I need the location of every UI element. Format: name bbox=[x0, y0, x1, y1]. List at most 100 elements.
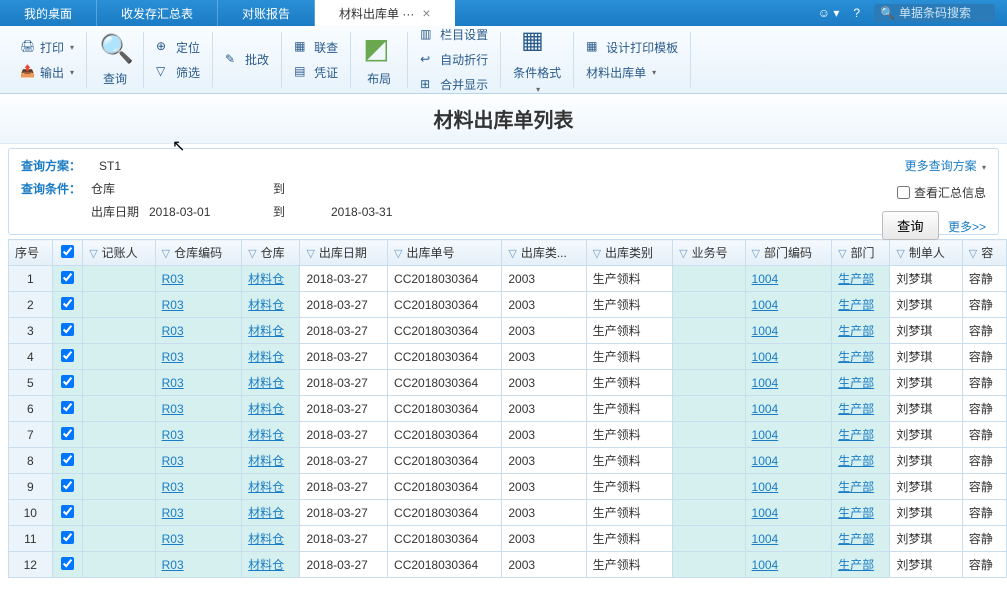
table-row[interactable]: 3 R03 材料仓 2018-03-27 CC2018030364 2003 生… bbox=[9, 318, 1007, 344]
col-poster[interactable]: ▽记账人 bbox=[83, 240, 155, 266]
cell-wh[interactable]: 材料仓 bbox=[242, 370, 300, 396]
cell-check[interactable] bbox=[52, 526, 83, 552]
cell-check[interactable] bbox=[52, 318, 83, 344]
batch-button[interactable]: ✎批改 bbox=[221, 49, 273, 70]
cell-check[interactable] bbox=[52, 292, 83, 318]
row-checkbox[interactable] bbox=[61, 531, 74, 544]
col-seq[interactable]: 序号 bbox=[9, 240, 53, 266]
filter-icon[interactable]: ▽ bbox=[752, 248, 760, 260]
search-input[interactable] bbox=[899, 6, 989, 20]
cell-wh-code[interactable]: R03 bbox=[155, 474, 242, 500]
tab-desktop[interactable]: 我的桌面 bbox=[0, 0, 97, 26]
cell-check[interactable] bbox=[52, 474, 83, 500]
cell-check[interactable] bbox=[52, 396, 83, 422]
col-type[interactable]: ▽出库类别 bbox=[586, 240, 673, 266]
query-button[interactable]: 🔍 查询 bbox=[95, 30, 135, 89]
cell-wh-code[interactable]: R03 bbox=[155, 396, 242, 422]
cell-wh[interactable]: 材料仓 bbox=[242, 448, 300, 474]
row-checkbox[interactable] bbox=[61, 349, 74, 362]
col-date[interactable]: ▽出库日期 bbox=[300, 240, 388, 266]
cell-check[interactable] bbox=[52, 344, 83, 370]
cell-wh[interactable]: 材料仓 bbox=[242, 526, 300, 552]
cell-wh[interactable]: 材料仓 bbox=[242, 500, 300, 526]
filter-icon[interactable]: ▽ bbox=[593, 248, 601, 260]
close-icon[interactable]: × bbox=[422, 5, 430, 21]
row-checkbox[interactable] bbox=[61, 453, 74, 466]
cell-dept[interactable]: 生产部 bbox=[832, 526, 890, 552]
filter-icon[interactable]: ▽ bbox=[969, 248, 977, 260]
col-class[interactable]: ▽出库类... bbox=[502, 240, 586, 266]
cell-dept-code[interactable]: 1004 bbox=[745, 552, 832, 578]
cell-dept[interactable]: 生产部 bbox=[832, 396, 890, 422]
table-row[interactable]: 5 R03 材料仓 2018-03-27 CC2018030364 2003 生… bbox=[9, 370, 1007, 396]
cell-check[interactable] bbox=[52, 266, 83, 292]
table-row[interactable]: 11 R03 材料仓 2018-03-27 CC2018030364 2003 … bbox=[9, 526, 1007, 552]
table-row[interactable]: 2 R03 材料仓 2018-03-27 CC2018030364 2003 生… bbox=[9, 292, 1007, 318]
row-checkbox[interactable] bbox=[61, 479, 74, 492]
more-scheme-link[interactable]: 更多查询方案 ▾ bbox=[905, 157, 986, 174]
col-dept-code[interactable]: ▽部门编码 bbox=[745, 240, 832, 266]
row-checkbox[interactable] bbox=[61, 271, 74, 284]
cell-wh-code[interactable]: R03 bbox=[155, 500, 242, 526]
cell-check[interactable] bbox=[52, 448, 83, 474]
link-query-button[interactable]: ▦联查 bbox=[290, 37, 342, 58]
col-last[interactable]: ▽容 bbox=[962, 240, 1006, 266]
locate-button[interactable]: ⊕定位 bbox=[152, 37, 204, 58]
cell-wh[interactable]: 材料仓 bbox=[242, 474, 300, 500]
user-icon[interactable]: ☺ ▾ bbox=[818, 6, 840, 20]
cell-dept-code[interactable]: 1004 bbox=[745, 344, 832, 370]
filter-icon[interactable]: ▽ bbox=[896, 248, 904, 260]
col-checkall[interactable] bbox=[52, 240, 83, 266]
print-button[interactable]: 🖨打印▾ bbox=[16, 37, 78, 58]
cell-wh-code[interactable]: R03 bbox=[155, 448, 242, 474]
cell-wh[interactable]: 材料仓 bbox=[242, 552, 300, 578]
column-set-button[interactable]: ▥栏目设置 bbox=[416, 24, 492, 45]
cell-wh-code[interactable]: R03 bbox=[155, 552, 242, 578]
tab-inout-summary[interactable]: 收发存汇总表 bbox=[97, 0, 218, 26]
row-checkbox[interactable] bbox=[61, 323, 74, 336]
table-row[interactable]: 1 R03 材料仓 2018-03-27 CC2018030364 2003 生… bbox=[9, 266, 1007, 292]
cell-wh-code[interactable]: R03 bbox=[155, 526, 242, 552]
table-row[interactable]: 10 R03 材料仓 2018-03-27 CC2018030364 2003 … bbox=[9, 500, 1007, 526]
cell-wh[interactable]: 材料仓 bbox=[242, 344, 300, 370]
tab-material-out[interactable]: 材料出库单 ··· × bbox=[315, 0, 455, 26]
cell-wh-code[interactable]: R03 bbox=[155, 318, 242, 344]
merge-show-button[interactable]: ⊞合并显示 bbox=[416, 74, 492, 95]
cell-dept-code[interactable]: 1004 bbox=[745, 370, 832, 396]
cell-wh-code[interactable]: R03 bbox=[155, 422, 242, 448]
cell-wh[interactable]: 材料仓 bbox=[242, 266, 300, 292]
summary-checkbox[interactable] bbox=[897, 186, 910, 199]
cell-check[interactable] bbox=[52, 552, 83, 578]
filter-icon[interactable]: ▽ bbox=[89, 248, 97, 260]
cell-dept[interactable]: 生产部 bbox=[832, 474, 890, 500]
cell-dept-code[interactable]: 1004 bbox=[745, 474, 832, 500]
cell-dept[interactable]: 生产部 bbox=[832, 500, 890, 526]
col-biz[interactable]: ▽业务号 bbox=[673, 240, 745, 266]
table-row[interactable]: 6 R03 材料仓 2018-03-27 CC2018030364 2003 生… bbox=[9, 396, 1007, 422]
layout-button[interactable]: ◩ 布局 bbox=[359, 30, 399, 89]
cell-dept[interactable]: 生产部 bbox=[832, 266, 890, 292]
cond-format-button[interactable]: ▦ 条件格式▾ bbox=[509, 24, 565, 96]
cell-check[interactable] bbox=[52, 422, 83, 448]
cell-wh-code[interactable]: R03 bbox=[155, 266, 242, 292]
filter-icon[interactable]: ▽ bbox=[248, 248, 256, 260]
cell-dept[interactable]: 生产部 bbox=[832, 448, 890, 474]
cell-dept[interactable]: 生产部 bbox=[832, 370, 890, 396]
filter-icon[interactable]: ▽ bbox=[162, 248, 170, 260]
cell-dept[interactable]: 生产部 bbox=[832, 552, 890, 578]
date-to[interactable]: 2018-03-31 bbox=[331, 205, 431, 219]
col-maker[interactable]: ▽制单人 bbox=[890, 240, 962, 266]
cell-dept-code[interactable]: 1004 bbox=[745, 500, 832, 526]
cell-dept[interactable]: 生产部 bbox=[832, 318, 890, 344]
voucher-button[interactable]: ▤凭证 bbox=[290, 62, 342, 83]
table-row[interactable]: 8 R03 材料仓 2018-03-27 CC2018030364 2003 生… bbox=[9, 448, 1007, 474]
table-row[interactable]: 7 R03 材料仓 2018-03-27 CC2018030364 2003 生… bbox=[9, 422, 1007, 448]
cell-dept-code[interactable]: 1004 bbox=[745, 526, 832, 552]
cell-dept-code[interactable]: 1004 bbox=[745, 318, 832, 344]
col-dept[interactable]: ▽部门 bbox=[832, 240, 890, 266]
table-row[interactable]: 4 R03 材料仓 2018-03-27 CC2018030364 2003 生… bbox=[9, 344, 1007, 370]
filter-icon[interactable]: ▽ bbox=[394, 248, 402, 260]
table-row[interactable]: 9 R03 材料仓 2018-03-27 CC2018030364 2003 生… bbox=[9, 474, 1007, 500]
checkall[interactable] bbox=[61, 245, 74, 258]
cell-check[interactable] bbox=[52, 500, 83, 526]
